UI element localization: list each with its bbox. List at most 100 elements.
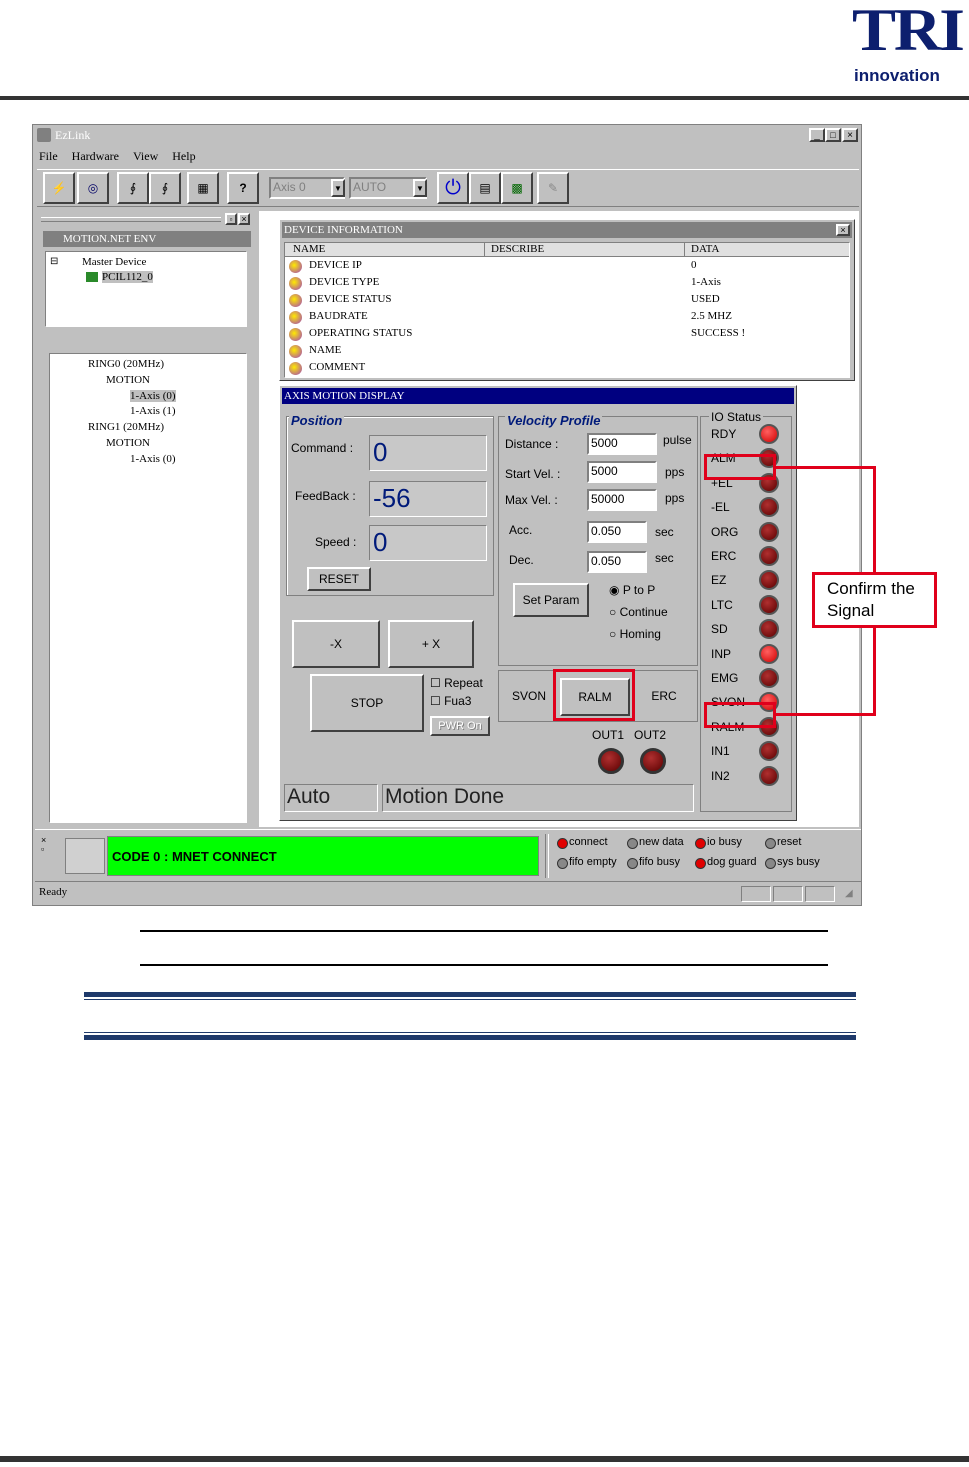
set-param-button[interactable]: Set Param [513, 583, 589, 617]
out1-label: OUT1 [592, 728, 625, 742]
footer-rule [0, 1456, 969, 1462]
fua3-label: Fua3 [444, 694, 472, 708]
connector-line-top [776, 466, 876, 469]
indicator-label: sys busy [777, 856, 820, 868]
help-tool-icon[interactable]: ? [227, 172, 259, 204]
command-label: Command : [291, 441, 354, 455]
svon-highlight-box [704, 702, 776, 728]
svon-button[interactable]: SVON [500, 674, 558, 718]
io-signal-led-icon [759, 546, 779, 566]
io-status-title: IO Status [709, 410, 764, 424]
panel-close-button[interactable]: × [238, 213, 250, 225]
run-tool-icon[interactable]: ⏻ [437, 172, 469, 204]
indicator-led-icon [695, 838, 706, 849]
mode-radio-continue[interactable]: ○ Continue [609, 605, 668, 619]
connector-line-bottom [776, 713, 876, 716]
menu-hardware[interactable]: Hardware [72, 149, 119, 165]
indicator-led-icon [627, 838, 638, 849]
search-tool-icon[interactable]: ◎ [77, 172, 109, 204]
close-button[interactable]: × [842, 128, 858, 142]
acc-unit: sec [655, 525, 674, 539]
io-signal-label: ERC [711, 549, 737, 563]
mode-radio-homing[interactable]: ○ Homing [609, 627, 661, 641]
device-info-title: DEVICE INFORMATION [282, 222, 852, 238]
minimize-button[interactable]: _ [809, 128, 825, 142]
start-vel-input[interactable]: 5000 [587, 461, 657, 483]
logo-main-text: TRI [852, 0, 965, 63]
pwr-on-button[interactable]: PWR On [430, 716, 490, 736]
tree-expander-icon[interactable]: ⊟ [50, 256, 58, 267]
device-row-name: DEVICE STATUS [309, 293, 392, 305]
tree-item-motion1[interactable]: MOTION [106, 437, 150, 449]
fua3-checkbox[interactable]: ☐ Fua3 [430, 694, 471, 708]
tree-item-axis0-ring1[interactable]: 1-Axis (0) [130, 453, 176, 465]
stop-button[interactable]: STOP [310, 674, 424, 732]
tree-device-node[interactable]: PCIL112_0 [102, 271, 153, 283]
device-info-close-button[interactable]: × [836, 224, 850, 236]
indicator-label: new data [639, 836, 684, 848]
doc-rule-2 [140, 964, 828, 966]
unlink-tool-icon[interactable]: ∮ [149, 172, 181, 204]
settings-tool-icon[interactable]: ▦ [187, 172, 219, 204]
tree-item-motion0[interactable]: MOTION [106, 374, 150, 386]
indicator-label: connect [569, 836, 608, 848]
maximize-button[interactable]: □ [825, 128, 841, 142]
status-text: Ready [39, 886, 68, 898]
reset-button[interactable]: RESET [307, 567, 371, 591]
io-signal-label: ORG [711, 524, 739, 539]
tree-item-axis0[interactable]: 1-Axis (0) [130, 390, 176, 402]
out1-toggle-icon[interactable] [598, 748, 624, 774]
monitor-tool-icon[interactable]: ▩ [501, 172, 533, 204]
velocity-group: Velocity Profile Distance : 5000 pulse S… [498, 413, 698, 666]
io-signal-led-icon [759, 643, 779, 664]
speed-value: 0 [369, 525, 487, 561]
data-tool-icon[interactable]: ▤ [469, 172, 501, 204]
tree-item-axis1[interactable]: 1-Axis (1) [130, 405, 176, 417]
io-signal-led-icon [759, 619, 779, 640]
menu-view[interactable]: View [133, 149, 158, 165]
distance-input[interactable]: 5000 [587, 433, 657, 455]
resize-grip-icon[interactable]: ◢ [845, 888, 853, 899]
callout-box: Confirm the Signal [812, 572, 937, 628]
erc-button[interactable]: ERC [632, 674, 696, 718]
connect-tool-icon[interactable]: ⚡ [43, 172, 75, 204]
tree-item-ring1[interactable]: RING1 (20MHz) [88, 421, 164, 433]
indicator-label: reset [777, 836, 802, 848]
device-row-name: OPERATING STATUS [309, 327, 413, 339]
menu-file[interactable]: File [39, 149, 58, 165]
menu-help[interactable]: Help [172, 149, 195, 165]
jog-minus-button[interactable]: -X [292, 620, 380, 668]
dec-unit: sec [655, 551, 674, 565]
out2-toggle-icon[interactable] [640, 748, 666, 774]
acc-input[interactable]: 0.050 [587, 521, 647, 543]
dec-input[interactable]: 0.050 [587, 551, 647, 573]
device-info-table: NAME DESCRIBE DATA DEVICE IP 0 DEVICE TYPE… [284, 242, 850, 378]
device-row-name: NAME [309, 344, 342, 356]
device-row-name: BAUDRATE [309, 310, 368, 322]
ralm-highlight-box [553, 669, 635, 721]
doc-rule-1 [140, 930, 828, 932]
col-header-name: NAME [285, 243, 485, 257]
device-row-data: SUCCESS ! [691, 327, 746, 339]
panel-restore-button[interactable]: ▫ [225, 213, 237, 225]
indicator-led-icon [765, 838, 776, 849]
repeat-checkbox[interactable]: ☐ Repeat [430, 676, 483, 690]
axis-select-arrow-icon[interactable]: ▼ [331, 179, 345, 197]
edit-tool-icon[interactable]: ✎ [537, 172, 569, 204]
jog-plus-button[interactable]: + X [388, 620, 474, 668]
axis-display-title: AXIS MOTION DISPLAY [282, 388, 794, 404]
max-vel-label: Max Vel. : [505, 493, 558, 507]
link-tool-icon[interactable]: ∮ [117, 172, 149, 204]
indicator-led-icon [627, 858, 638, 869]
device-row-data: 2.5 MHZ [691, 310, 732, 322]
out2-label: OUT2 [634, 728, 667, 742]
tree-master-device[interactable]: Master Device [82, 256, 146, 268]
mode-radio-ptop[interactable]: ◉ P to P [609, 583, 655, 597]
indicator-led-icon [557, 838, 568, 849]
title-bar: EzLink _ □ × [33, 125, 861, 145]
tree-item-ring0[interactable]: RING0 (20MHz) [88, 358, 164, 370]
mode-select-arrow-icon[interactable]: ▼ [413, 179, 427, 197]
max-vel-input[interactable]: 50000 [587, 489, 657, 511]
device-row-name: COMMENT [309, 361, 366, 373]
io-signal-led-icon [759, 741, 779, 762]
